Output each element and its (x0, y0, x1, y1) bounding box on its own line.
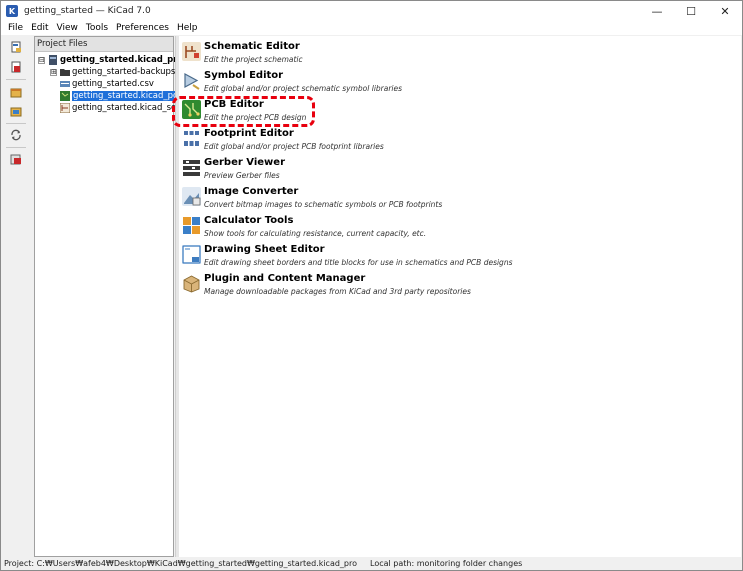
schematic-editor-launcher[interactable]: Schematic Editor Edit the project schema… (182, 40, 682, 68)
tree-item-label: getting_started.kicad_sch (72, 103, 182, 113)
kicad-app-icon: K (6, 5, 18, 17)
status-project-path: Project: C:₩Users₩afeb4₩Desktop₩KiCad₩ge… (4, 559, 358, 568)
toolbar-separator (6, 79, 26, 80)
calculator-tools-launcher[interactable]: Calculator Tools Show tools for calculat… (182, 214, 682, 242)
tree-item-project[interactable]: ⊟ getting_started.kicad_pro (38, 54, 183, 66)
new-project-icon[interactable] (10, 41, 22, 53)
maximize-button[interactable]: ☐ (674, 1, 708, 21)
plugin-content-manager-launcher[interactable]: Plugin and Content Manager Manage downlo… (182, 272, 682, 300)
tree-item-backups[interactable]: ⊞ getting_started-backups (50, 66, 175, 78)
tool-name: Schematic Editor (204, 41, 300, 52)
tool-description: Convert bitmap images to schematic symbo… (204, 200, 443, 209)
status-local-path: Local path: monitoring folder changes (370, 559, 523, 568)
left-toolbar (1, 35, 32, 558)
open-project-icon[interactable] (10, 61, 22, 73)
pcb-editor-launcher[interactable]: PCB Editor Edit the project PCB design (182, 98, 682, 126)
tool-name: PCB Editor (204, 99, 264, 110)
tool-name: Drawing Sheet Editor (204, 244, 325, 255)
drawing-sheet-icon[interactable] (182, 245, 201, 264)
image-converter-launcher[interactable]: Image Converter Convert bitmap images to… (182, 185, 682, 213)
tree-item-sch[interactable]: getting_started.kicad_sch (60, 102, 181, 114)
symbol-editor-icon[interactable] (182, 71, 201, 90)
toolbar-separator (6, 123, 26, 124)
tool-description: Edit drawing sheet borders and title blo… (204, 258, 513, 267)
tool-description: Manage downloadable packages from KiCad … (204, 287, 471, 296)
schematic-editor-icon[interactable] (182, 42, 201, 61)
tool-description: Edit global and/or project schematic sym… (204, 84, 403, 93)
close-button[interactable]: ✕ (708, 1, 742, 21)
tool-name: Image Converter (204, 186, 299, 197)
drawing-sheet-editor-launcher[interactable]: Drawing Sheet Editor Edit drawing sheet … (182, 243, 682, 271)
tool-name: Footprint Editor (204, 128, 294, 139)
calculator-icon[interactable] (182, 216, 201, 235)
collapse-icon[interactable]: ⊟ (38, 56, 45, 64)
footprint-editor-launcher[interactable]: Footprint Editor Edit global and/or proj… (182, 127, 682, 155)
tool-name: Calculator Tools (204, 215, 294, 226)
window-controls: — ☐ ✕ (640, 1, 742, 21)
menu-bar: File Edit View Tools Preferences Help (1, 21, 742, 35)
project-files-header: Project Files (35, 37, 173, 52)
pcb-file-icon (60, 91, 70, 101)
status-bar: Project: C:₩Users₩afeb4₩Desktop₩KiCad₩ge… (1, 558, 742, 570)
window-title: getting_started — KiCad 7.0 (24, 6, 151, 16)
archive-icon[interactable] (10, 86, 22, 98)
expand-icon[interactable]: ⊞ (50, 68, 57, 76)
menu-view[interactable]: View (53, 23, 82, 33)
minimize-button[interactable]: — (640, 1, 674, 21)
kicad-window: K getting_started — KiCad 7.0 — ☐ ✕ File… (0, 0, 743, 571)
tree-item-pcb[interactable]: getting_started.kicad_pcb (60, 90, 185, 102)
tool-description: Preview Gerber files (204, 171, 280, 180)
tool-description: Edit the project schematic (204, 55, 303, 64)
tool-description: Edit global and/or project PCB footprint… (204, 142, 384, 151)
open-dir-icon[interactable] (10, 153, 22, 165)
title-bar: K getting_started — KiCad 7.0 — ☐ ✕ (1, 1, 742, 21)
menu-file[interactable]: File (4, 23, 27, 33)
schematic-file-icon (60, 103, 70, 113)
menu-edit[interactable]: Edit (27, 23, 52, 33)
project-files-panel: Project Files ⊟ getting_started.kicad_pr… (34, 36, 185, 557)
launcher-panel: Schematic Editor Edit the project schema… (179, 36, 741, 557)
tool-name: Plugin and Content Manager (204, 273, 366, 284)
symbol-editor-launcher[interactable]: Symbol Editor Edit global and/or project… (182, 69, 682, 97)
tree-item-label: getting_started-backups (72, 67, 176, 77)
menu-tools[interactable]: Tools (82, 23, 112, 33)
gerber-viewer-icon[interactable] (182, 158, 201, 177)
menu-help[interactable]: Help (173, 23, 202, 33)
tool-description: Edit the project PCB design (204, 113, 307, 122)
plugin-manager-icon[interactable] (182, 274, 201, 293)
tool-name: Symbol Editor (204, 70, 284, 81)
gerber-viewer-launcher[interactable]: Gerber Viewer Preview Gerber files (182, 156, 682, 184)
folder-icon (60, 69, 70, 76)
csv-file-icon (60, 81, 70, 87)
refresh-icon[interactable] (10, 129, 22, 141)
project-file-icon (49, 55, 57, 65)
tree-item-csv[interactable]: getting_started.csv (60, 78, 154, 90)
pcb-editor-icon[interactable] (182, 100, 201, 119)
toolbar-separator (6, 147, 26, 148)
tree-item-label: getting_started.kicad_pro (60, 55, 184, 65)
tree-item-label: getting_started.kicad_pcb (72, 91, 185, 101)
tool-name: Gerber Viewer (204, 157, 286, 168)
footprint-editor-icon[interactable] (182, 129, 201, 148)
tree-item-label: getting_started.csv (72, 79, 154, 89)
menu-preferences[interactable]: Preferences (112, 23, 173, 33)
image-converter-icon[interactable] (182, 187, 201, 206)
tool-description: Show tools for calculating resistance, c… (204, 229, 427, 238)
unarchive-icon[interactable] (10, 105, 22, 117)
